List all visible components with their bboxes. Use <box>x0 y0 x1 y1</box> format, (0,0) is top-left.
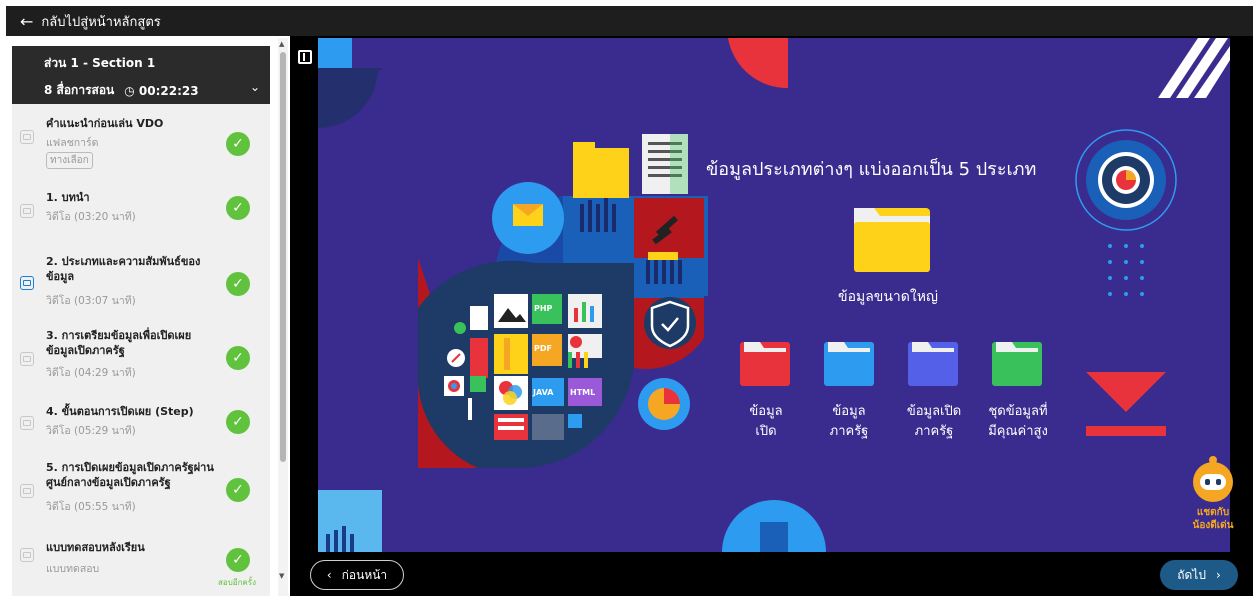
next-label: ถัดไป <box>1177 567 1206 582</box>
optional-tag: ทางเลือก <box>46 152 93 169</box>
duration-value: 00:22:23 <box>138 83 199 98</box>
mascot-label: น้องดีเด่น <box>1192 520 1234 531</box>
slide-heading: ข้อมูลประเภทต่างๆ แบ่งออกเป็น 5 ประเภท <box>706 159 1037 180</box>
lesson-duration: วิดีโอ (05:29 นาที) <box>46 425 136 437</box>
completed-check-icon: ✓ <box>226 346 250 370</box>
java-file-icon: JAVA <box>533 388 554 397</box>
lesson-item[interactable]: 5. การเปิดเผยข้อมูลเปิดภาครัฐผ่านศูนย์กล… <box>12 456 270 528</box>
back-arrow-icon[interactable]: ← <box>20 12 33 31</box>
completed-check-icon: ✓ <box>226 196 250 220</box>
slide-frame: ข้อมูลประเภทต่างๆ แบ่งออกเป็น 5 ประเภท ข… <box>318 38 1230 552</box>
folder-label-line: ข้อมูลเปิด <box>906 404 962 419</box>
php-file-icon: PHP <box>534 304 553 313</box>
lesson-item[interactable]: คำแนะนำก่อนเล่น VDO แฟลชการ์ด ทางเลือก ✓ <box>12 104 270 172</box>
chevron-right-icon: › <box>1215 568 1221 582</box>
big-data-label: ข้อมูลขนาดใหญ่ <box>838 289 938 305</box>
lesson-item[interactable]: 3. การเตรียมข้อมูลเพื่อเปิดเผยข้อมูลเปิด… <box>12 320 270 394</box>
lesson-item-active[interactable]: 2. ประเภทและความสัมพันธ์ของข้อมูล วิดีโอ… <box>12 248 270 316</box>
next-button[interactable]: ถัดไป › <box>1160 560 1238 590</box>
lesson-title: 1. บทนำ <box>46 191 90 204</box>
lesson-title: 3. การเตรียมข้อมูลเพื่อเปิดเผยข้อมูลเปิด… <box>46 329 192 357</box>
lesson-item[interactable]: แบบทดสอบหลังเรียน แบบทดสอบ ✓ สอบอีกครั้ง <box>12 536 270 596</box>
lesson-duration: วิดีโอ (05:55 นาที) <box>46 501 136 513</box>
folder-label-open-data: ข้อมูล เปิด <box>744 402 788 442</box>
completed-check-icon: ✓ <box>226 478 250 502</box>
folder-label-line: มีคุณค่าสูง <box>988 424 1048 439</box>
scroll-down-icon[interactable]: ▼ <box>279 572 284 580</box>
video-icon <box>20 352 34 366</box>
section-meta: 8 สื่อการสอน ◷ 00:22:23 <box>44 81 270 100</box>
lesson-duration: วิดีโอ (03:20 นาที) <box>46 211 136 223</box>
lesson-item[interactable]: 1. บทนำ วิดีโอ (03:20 นาที) ✓ <box>12 184 270 244</box>
top-bar: ← กลับไปสู่หน้าหลักสูตร <box>6 6 1253 36</box>
sidebar-scrollbar[interactable]: ▲ ▼ <box>278 38 288 596</box>
folder-label-line: ชุดข้อมูลที่ <box>988 404 1048 419</box>
previous-button[interactable]: ‹ ก่อนหน้า <box>310 560 404 590</box>
video-player: ข้อมูลประเภทต่างๆ แบ่งออกเป็น 5 ประเภท ข… <box>290 36 1253 596</box>
lesson-count: 8 สื่อการสอน <box>44 83 115 97</box>
video-icon <box>20 204 34 218</box>
back-to-course-link[interactable]: กลับไปสู่หน้าหลักสูตร <box>41 11 160 32</box>
completed-check-icon: ✓ <box>226 410 250 434</box>
lesson-title: คำแนะนำก่อนเล่น VDO <box>46 117 164 130</box>
slide-artwork <box>318 38 1230 552</box>
folder-label-line: ภาครัฐ <box>914 424 954 439</box>
section-header[interactable]: ส่วน 1 - Section 1 8 สื่อการสอน ◷ 00:22:… <box>12 46 270 104</box>
scrollbar-thumb[interactable] <box>280 52 286 462</box>
lesson-title: 2. ประเภทและความสัมพันธ์ของข้อมูล <box>46 255 201 283</box>
video-icon <box>20 276 34 290</box>
lesson-type: แบบทดสอบ <box>46 563 100 575</box>
html-file-icon: HTML <box>570 388 596 397</box>
collapse-sidebar-icon[interactable] <box>298 50 312 64</box>
previous-label: ก่อนหน้า <box>341 567 388 582</box>
chevron-down-icon[interactable]: ⌄ <box>250 80 260 94</box>
quiz-icon <box>20 548 34 562</box>
completed-check-icon: ✓ <box>226 272 250 296</box>
clock-icon: ◷ <box>124 83 135 98</box>
folder-label-high-value: ชุดข้อมูลที่ มีคุณค่าสูง <box>978 402 1058 442</box>
mascot-label: แชตกับ <box>1196 507 1230 518</box>
folder-label-gov-data: ข้อมูล ภาครัฐ <box>820 402 878 442</box>
completed-check-icon: ✓ <box>226 132 250 156</box>
video-icon <box>20 416 34 430</box>
pdf-file-icon: PDF <box>534 344 552 353</box>
completed-check-icon: ✓ <box>226 548 250 572</box>
robot-mascot-icon <box>1193 456 1233 502</box>
folder-label-line: ภาครัฐ <box>829 424 869 439</box>
lesson-type: แฟลชการ์ด <box>46 137 99 149</box>
folder-label-line: ข้อมูล <box>832 404 866 419</box>
retry-quiz-link[interactable]: สอบอีกครั้ง <box>218 576 256 589</box>
section-title: ส่วน 1 - Section 1 <box>44 56 156 70</box>
lesson-item[interactable]: 4. ขั้นตอนการเปิดเผย (Step) วิดีโอ (05:2… <box>12 400 270 462</box>
duration: ◷ 00:22:23 <box>124 84 198 98</box>
lesson-duration: วิดีโอ (04:29 นาที) <box>46 367 136 379</box>
lesson-duration: วิดีโอ (03:07 นาที) <box>46 295 136 307</box>
lesson-list: คำแนะนำก่อนเล่น VDO แฟลชการ์ด ทางเลือก ✓… <box>12 104 270 596</box>
folder-label-line: ข้อมูล <box>749 404 783 419</box>
chat-mascot[interactable]: แชตกับ น้องดีเด่น <box>1186 452 1240 532</box>
lesson-title: แบบทดสอบหลังเรียน <box>46 541 145 554</box>
scroll-up-icon[interactable]: ▲ <box>279 40 284 48</box>
folder-label-open-gov-data: ข้อมูลเปิด ภาครัฐ <box>898 402 970 442</box>
chevron-left-icon: ‹ <box>326 568 332 582</box>
video-icon <box>20 484 34 498</box>
course-sidebar: ส่วน 1 - Section 1 8 สื่อการสอน ◷ 00:22:… <box>6 36 290 596</box>
lesson-title: 4. ขั้นตอนการเปิดเผย (Step) <box>46 405 194 418</box>
folder-label-line: เปิด <box>755 424 777 439</box>
flashcard-icon <box>20 130 34 144</box>
lesson-title: 5. การเปิดเผยข้อมูลเปิดภาครัฐผ่านศูนย์กล… <box>46 461 214 489</box>
